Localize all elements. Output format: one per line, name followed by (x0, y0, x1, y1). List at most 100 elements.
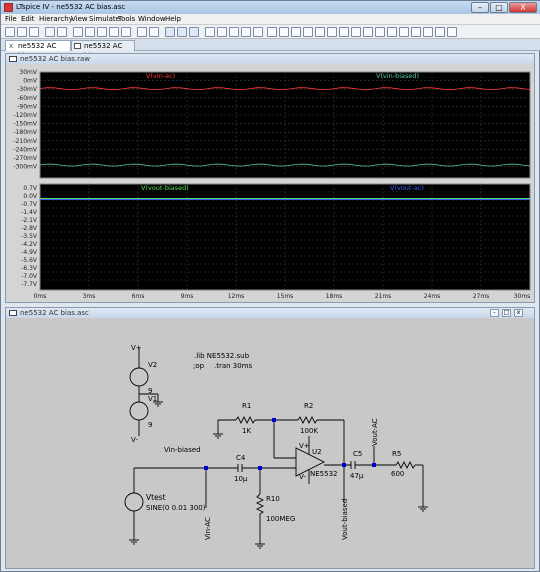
zoom-out-icon[interactable] (109, 27, 119, 37)
open-icon[interactable] (5, 27, 15, 37)
tab-schematic[interactable]: x ne5532 AC bias.asc (5, 40, 71, 60)
schematic-window-title: ne5532 AC bias.asc (20, 309, 89, 317)
menu-edit[interactable]: Edit (21, 15, 35, 23)
u2-pin-vminus: V- (299, 473, 306, 481)
r5-name: R5 (392, 450, 401, 458)
r2-value: 100K (300, 427, 318, 435)
y-tick-lower: -3.5V (21, 233, 38, 240)
close-all-icon[interactable] (189, 27, 199, 37)
tile-horizontal-icon[interactable] (149, 27, 159, 37)
menu-hierarchy[interactable]: Hierarchy (39, 15, 73, 23)
y-tick-lower: -6.3V (21, 265, 38, 272)
cascade-icon[interactable] (177, 27, 187, 37)
drag-icon[interactable] (375, 27, 385, 37)
ltspice-window: LTspice IV - ne5532 AC bias.asc – □ X Fi… (0, 0, 540, 572)
close-tab-icon[interactable]: x (9, 41, 13, 51)
wire-icon[interactable] (267, 27, 277, 37)
redo-icon[interactable] (399, 27, 409, 37)
y-tick-lower: -0.7V (21, 201, 38, 208)
schematic-close-button[interactable]: x (514, 309, 523, 317)
text-icon[interactable] (435, 27, 445, 37)
resistor-icon[interactable] (303, 27, 313, 37)
legend-vout-ac[interactable]: V(vout-ac) (390, 184, 424, 192)
r5-value: 600 (391, 470, 404, 478)
y-tick-lower: -1.4V (21, 209, 38, 216)
run-icon[interactable] (45, 27, 55, 37)
legend-vout-biased[interactable]: V(vout-biased) (141, 184, 189, 192)
copy-icon[interactable] (217, 27, 227, 37)
inductor-icon[interactable] (327, 27, 337, 37)
directive-op[interactable]: ;op (193, 362, 205, 370)
pan-icon[interactable] (73, 27, 83, 37)
autorange-icon[interactable] (137, 27, 147, 37)
rotate-icon[interactable] (411, 27, 421, 37)
r1-name: R1 (242, 402, 251, 410)
spice-directive-icon[interactable] (447, 27, 457, 37)
y-tick-upper: -180mV (13, 129, 37, 136)
directive-tran[interactable]: .tran 30ms (214, 362, 253, 370)
diode-icon[interactable] (339, 27, 349, 37)
x-tick: 30ms (514, 293, 531, 300)
u2-pin-vplus: V+ (299, 442, 310, 450)
halt-icon[interactable] (57, 27, 67, 37)
u2-value: NE5532 (310, 470, 337, 478)
move-icon[interactable] (363, 27, 373, 37)
menu-tools[interactable]: Tools (118, 15, 135, 23)
legend-vin-biased[interactable]: V(vin-biased) (376, 72, 419, 80)
c5-name: C5 (353, 450, 362, 458)
menu-view[interactable]: View (71, 15, 88, 23)
y-tick-lower: 0.7V (23, 185, 38, 192)
title-bar: LTspice IV - ne5532 AC bias.asc – □ X (1, 1, 540, 14)
zoom-in-icon[interactable] (85, 27, 95, 37)
menu-help[interactable]: Help (165, 15, 181, 23)
waveform-plot-area[interactable]: V(vin-ac) V(vin-biased) 30mV 0mV -30mV -… (6, 64, 534, 302)
menu-simulate[interactable]: Simulate (89, 15, 120, 23)
label-net-icon[interactable] (291, 27, 301, 37)
v1-pin-vminus: V- (131, 436, 138, 444)
waveform-window-titlebar: ne5532 AC bias.raw (6, 54, 534, 64)
ground-icon[interactable] (279, 27, 289, 37)
maximize-button[interactable]: □ (490, 2, 508, 13)
c5-value: 47µ (350, 472, 364, 480)
component-icon[interactable] (351, 27, 361, 37)
tile-vertical-icon[interactable] (165, 27, 175, 37)
paste-icon[interactable] (229, 27, 239, 37)
undo-icon[interactable] (387, 27, 397, 37)
zoom-area-icon[interactable] (97, 27, 107, 37)
close-button[interactable]: X (509, 2, 537, 13)
x-tick: 18ms (326, 293, 343, 300)
control-panel-icon[interactable] (29, 27, 39, 37)
y-tick-upper: -90mV (17, 103, 38, 110)
directive-lib[interactable]: .lib NE5532.sub (194, 352, 250, 360)
r2-name: R2 (304, 402, 313, 410)
schematic-canvas[interactable]: .lib NE5532.sub ;op .tran 30ms V2 9 V1 9… (6, 318, 534, 568)
junction-dot (342, 463, 346, 467)
schematic-minimize-button[interactable]: - (490, 309, 499, 317)
menu-window[interactable]: Window (138, 15, 166, 23)
y-tick-lower: -7.7V (21, 281, 38, 288)
zoom-fit-icon[interactable] (121, 27, 131, 37)
capacitor-icon[interactable] (315, 27, 325, 37)
x-tick: 21ms (375, 293, 392, 300)
net-label-vin-biased[interactable]: Vin-biased (164, 446, 201, 454)
cut-icon[interactable] (205, 27, 215, 37)
save-icon[interactable] (17, 27, 27, 37)
menu-file[interactable]: File (5, 15, 17, 23)
schematic-maximize-button[interactable]: □ (502, 309, 511, 317)
x-tick: 9ms (181, 293, 194, 300)
y-tick-upper: 30mV (19, 69, 37, 76)
net-label-vout-ac[interactable]: Vout-AC (371, 418, 379, 446)
waveform-window-title: ne5532 AC bias.raw (20, 55, 91, 63)
y-tick-upper: -150mV (13, 121, 37, 128)
legend-vin-ac[interactable]: V(vin-ac) (146, 72, 175, 80)
find-icon[interactable] (241, 27, 251, 37)
net-label-vout-biased[interactable]: Vout-biased (341, 499, 349, 540)
minimize-button[interactable]: – (471, 2, 489, 13)
tab-waveform[interactable]: ne5532 AC bias.raw (71, 40, 135, 60)
y-tick-upper: -30mV (17, 86, 38, 93)
print-icon[interactable] (253, 27, 263, 37)
net-label-vin-ac[interactable]: Vin-AC (204, 517, 212, 540)
toolbar (1, 25, 540, 39)
mirror-icon[interactable] (423, 27, 433, 37)
x-tick: 15ms (277, 293, 294, 300)
